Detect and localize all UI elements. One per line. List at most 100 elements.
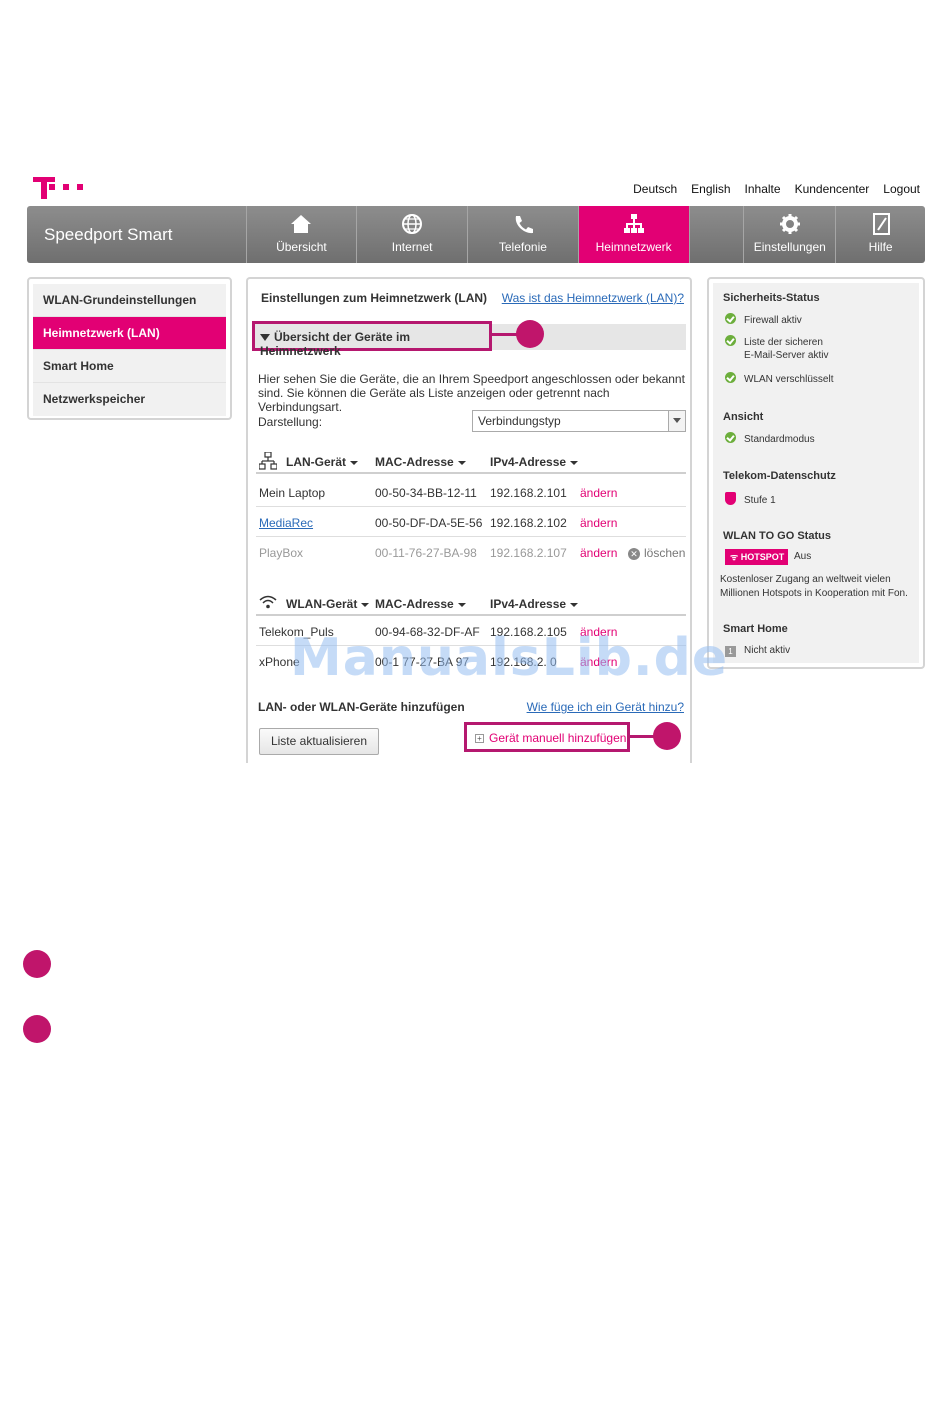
wlan-encryption-status: WLAN verschlüsselt	[725, 372, 833, 387]
info-icon: 1	[725, 646, 736, 657]
wifi-icon	[259, 595, 277, 609]
device-name-link[interactable]: MediaRec	[259, 516, 313, 530]
edit-link[interactable]: ändern	[580, 625, 617, 639]
firewall-status: Firewall aktiv	[725, 313, 802, 328]
nav-internet[interactable]: Internet	[356, 206, 467, 263]
home-icon	[291, 215, 312, 233]
sidebar-item-wlan-grundeinstellungen[interactable]: WLAN-Grundeinstellungen	[33, 284, 226, 317]
display-type-value: Verbindungstyp	[478, 414, 561, 428]
edit-link[interactable]: ändern	[580, 546, 617, 560]
description-text: Hier sehen Sie die Geräte, die an Ihrem …	[258, 372, 685, 414]
smarthome-title: Smart Home	[723, 623, 788, 635]
gear-icon	[779, 214, 800, 234]
togo-description-2: Millionen Hotspots in Kooperation mit Fo…	[720, 588, 908, 599]
device-mac: 00-1 77-27-BA 97	[375, 655, 470, 669]
device-ip: 192.168.2. 0	[490, 655, 557, 669]
edit-link[interactable]: ändern	[580, 486, 617, 500]
mailserver-status: Liste der sicheren	[725, 335, 823, 350]
status-panel: Sicherheits-Status Firewall aktiv Liste …	[707, 277, 925, 669]
check-icon	[725, 372, 736, 383]
edit-link[interactable]: ändern	[580, 516, 617, 530]
chevron-down-icon	[668, 411, 685, 431]
device-mac: 00-50-DF-DA-5E-56	[375, 516, 483, 530]
wlan-togo-title: WLAN TO GO Status	[723, 530, 831, 542]
col-ipv4[interactable]: IPv4-Adresse	[490, 455, 579, 469]
display-label: Darstellung:	[258, 415, 323, 429]
view-mode-status: Standardmodus	[725, 432, 815, 447]
section-title: Übersicht der Geräte im Heimnetzwerk	[260, 330, 411, 358]
sidebar-item-heimnetzwerk-lan[interactable]: Heimnetzwerk (LAN)	[33, 317, 226, 350]
sidebar-item-netzwerkspeicher[interactable]: Netzwerkspeicher	[33, 383, 226, 416]
callout-marker-2	[653, 722, 681, 750]
telekom-logo	[33, 173, 89, 199]
shield-icon	[725, 492, 736, 505]
top-links: Deutsch English Inhalte Kundencenter Log…	[633, 182, 920, 196]
col-mac[interactable]: MAC-Adresse	[375, 597, 466, 611]
security-status-title: Sicherheits-Status	[723, 292, 820, 304]
add-devices-heading: LAN- oder WLAN-Geräte hinzufügen	[258, 700, 465, 714]
expand-triangle-icon	[260, 334, 270, 341]
lan-table-header: LAN-Gerät MAC-Adresse IPv4-Adresse	[256, 448, 686, 474]
col-wlan-device[interactable]: WLAN-Gerät	[286, 597, 370, 611]
device-name: Mein Laptop	[259, 486, 326, 500]
add-device-manually-button[interactable]: + Gerät manuell hinzufügen	[464, 722, 630, 752]
device-overview-toggle[interactable]: Übersicht der Geräte im Heimnetzwerk	[252, 321, 492, 358]
plus-icon: +	[475, 734, 484, 744]
nav-heimnetzwerk[interactable]: Heimnetzwerk	[577, 206, 689, 263]
nav-uebersicht[interactable]: Übersicht	[245, 206, 357, 263]
check-icon	[725, 432, 736, 443]
device-name: xPhone	[259, 655, 300, 669]
delete-button[interactable]: ✕ löschen	[628, 546, 685, 560]
display-type-select[interactable]: Verbindungstyp	[472, 410, 686, 432]
brand-title: Speedport Smart	[44, 225, 173, 244]
sidebar-item-smart-home[interactable]: Smart Home	[33, 350, 226, 383]
add-device-help-link[interactable]: Wie füge ich ein Gerät hinzu?	[527, 700, 684, 714]
network-icon	[623, 214, 644, 233]
table-row: xPhone 00-1 77-27-BA 97 192.168.2. 0 änd…	[256, 646, 686, 676]
check-icon	[725, 335, 736, 346]
link-inhalte[interactable]: Inhalte	[745, 182, 781, 196]
device-ip: 192.168.2.101	[490, 486, 567, 500]
device-ip: 192.168.2.102	[490, 516, 567, 530]
col-ipv4[interactable]: IPv4-Adresse	[490, 597, 579, 611]
link-kundencenter[interactable]: Kundencenter	[795, 182, 870, 196]
globe-icon	[402, 214, 423, 234]
phone-icon	[515, 216, 533, 234]
privacy-level: Stufe 1	[725, 492, 776, 508]
link-logout[interactable]: Logout	[883, 182, 920, 196]
nav-label: Internet	[391, 240, 433, 254]
nav-label: Heimnetzwerk	[595, 240, 672, 254]
heimnetzwerk-help-link[interactable]: Was ist das Heimnetzwerk (LAN)?	[502, 291, 684, 305]
legend-marker-2	[23, 1015, 51, 1043]
edit-link[interactable]: ändern	[580, 655, 617, 669]
wlan-table-header: WLAN-Gerät MAC-Adresse IPv4-Adresse	[256, 590, 686, 616]
device-ip: 192.168.2.107	[490, 546, 567, 560]
privacy-title: Telekom-Datenschutz	[723, 470, 836, 482]
close-icon: ✕	[628, 548, 640, 560]
smarthome-state: 1 Nicht aktiv	[725, 644, 790, 658]
lan-icon	[259, 452, 277, 470]
nav-spacer	[688, 206, 744, 263]
manual-add-label: Gerät manuell hinzufügen	[489, 731, 627, 745]
nav-telefonie[interactable]: Telefonie	[467, 206, 578, 263]
table-row: Telekom_Puls 00-94-68-32-DF-AF 192.168.2…	[256, 616, 686, 646]
mailserver-status-line2: E-Mail-Server aktiv	[744, 350, 829, 361]
hotspot-state: Aus	[794, 551, 812, 562]
col-lan-device[interactable]: LAN-Gerät	[286, 455, 359, 469]
refresh-list-button[interactable]: Liste aktualisieren	[259, 728, 379, 755]
table-row: PlayBox 00-11-76-27-BA-98 192.168.2.107 …	[256, 537, 686, 567]
nav-label: Übersicht	[276, 240, 327, 254]
device-mac: 00-11-76-27-BA-98	[375, 546, 477, 560]
nav-einstellungen[interactable]: Einstellungen	[743, 206, 835, 263]
nav-hilfe[interactable]: Hilfe	[835, 206, 925, 263]
page-title: Einstellungen zum Heimnetzwerk (LAN)	[261, 291, 488, 305]
togo-description-1: Kostenloser Zugang an weltweit vielen	[720, 574, 891, 585]
link-english[interactable]: English	[691, 182, 730, 196]
view-title: Ansicht	[723, 411, 764, 423]
nav-label: Hilfe	[868, 240, 893, 254]
nav-label: Telefonie	[498, 240, 547, 254]
link-deutsch[interactable]: Deutsch	[633, 182, 677, 196]
col-mac[interactable]: MAC-Adresse	[375, 455, 466, 469]
device-ip: 192.168.2.105	[490, 625, 567, 639]
table-row: Mein Laptop 00-50-34-BB-12-11 192.168.2.…	[256, 477, 686, 507]
